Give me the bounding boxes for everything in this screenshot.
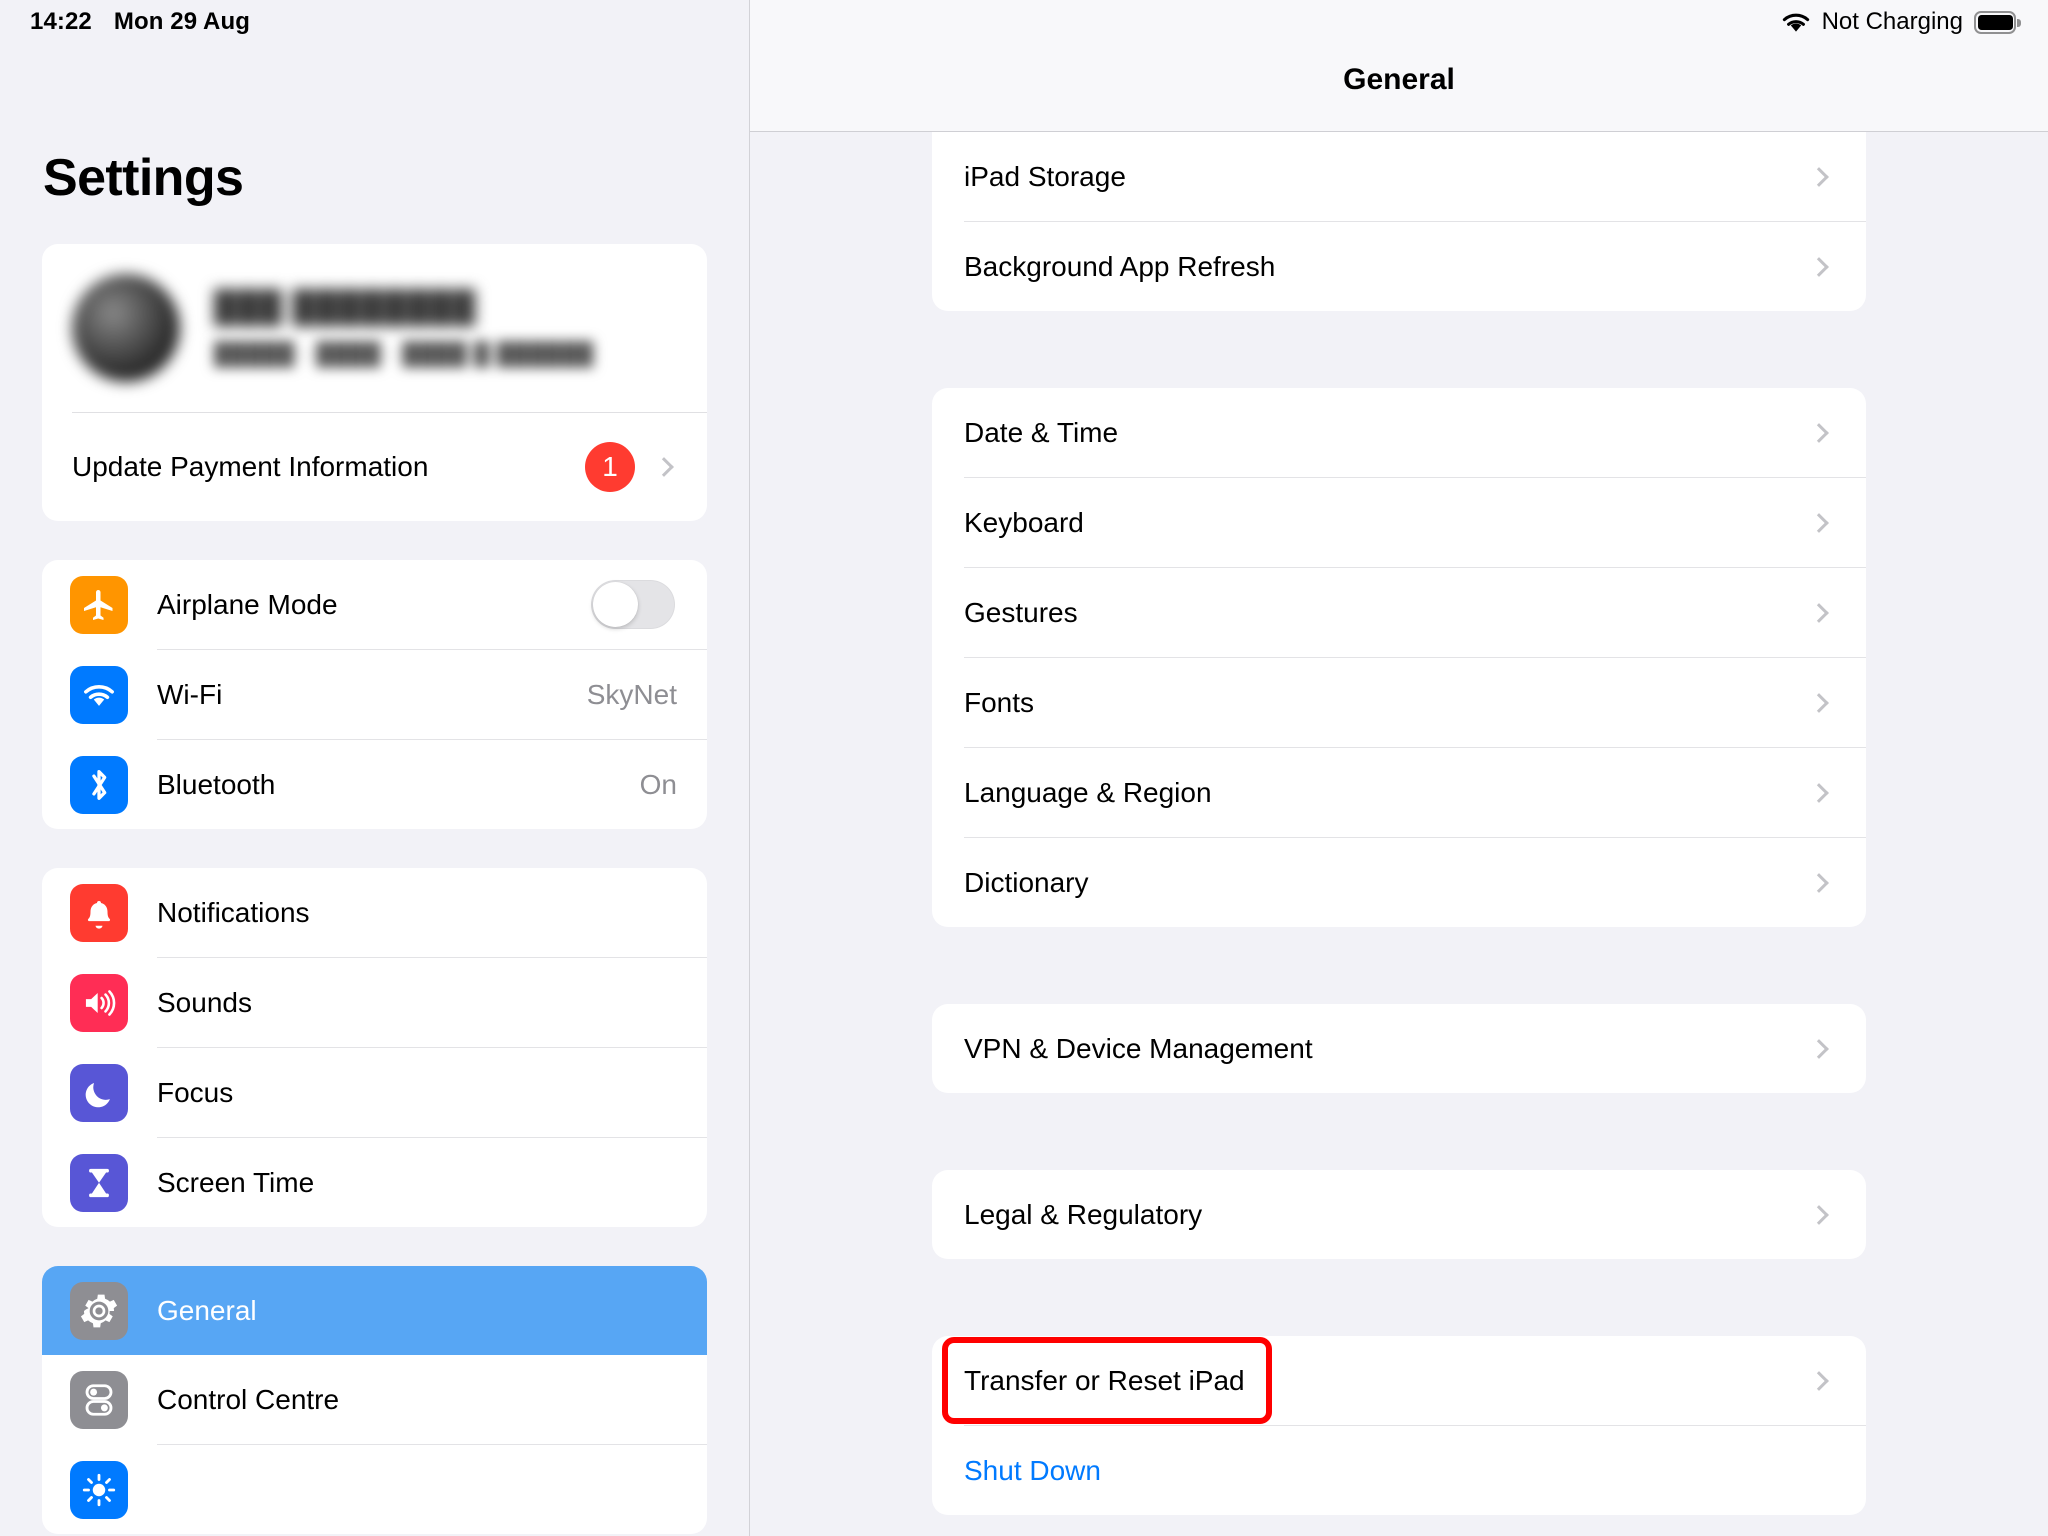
ipad-settings-screen: 14:22 Mon 29 Aug Not Charging Settings █… bbox=[0, 0, 2048, 1536]
update-payment-information-row[interactable]: Update Payment Information 1 bbox=[42, 413, 707, 521]
detail-group-reset: Transfer or Reset iPad Shut Down bbox=[932, 1336, 1866, 1515]
sidebar-item-focus[interactable]: Focus bbox=[42, 1048, 707, 1137]
sidebar-item-label: Airplane Mode bbox=[157, 588, 338, 620]
sidebar-item-label: General bbox=[157, 1294, 257, 1326]
sidebar-item-bluetooth[interactable]: Bluetooth On bbox=[42, 740, 707, 829]
sidebar-item-label: Sounds bbox=[157, 986, 252, 1018]
sidebar-item-display-and-brightness[interactable] bbox=[42, 1445, 707, 1534]
apple-id-card[interactable]: ███ ████████ █████ · ████ · ████ █ █████… bbox=[42, 244, 707, 521]
detail-item-dictionary[interactable]: Dictionary bbox=[932, 838, 1866, 927]
sidebar-group-notifications: Notifications Sounds Focus Screen Time bbox=[42, 868, 707, 1227]
sidebar-item-label: Bluetooth bbox=[157, 768, 276, 800]
detail-item-transfer-or-reset-ipad[interactable]: Transfer or Reset iPad bbox=[932, 1336, 1866, 1425]
chevron-right-icon bbox=[654, 457, 674, 477]
airplane-icon bbox=[70, 575, 128, 634]
detail-item-label: VPN & Device Management bbox=[964, 1032, 1313, 1064]
detail-group-legal: Legal & Regulatory bbox=[932, 1170, 1866, 1259]
general-detail-pane: General iPad Storage Background App Refr… bbox=[750, 0, 2048, 1536]
chevron-right-icon bbox=[1809, 166, 1829, 187]
detail-title: General bbox=[1343, 63, 1455, 96]
detail-item-label: Transfer or Reset iPad bbox=[964, 1364, 1245, 1396]
sidebar-item-label: Screen Time bbox=[157, 1166, 315, 1198]
detail-item-shut-down[interactable]: Shut Down bbox=[932, 1426, 1866, 1515]
moon-icon bbox=[70, 1063, 128, 1122]
sidebar-item-control-centre[interactable]: Control Centre bbox=[42, 1355, 707, 1444]
detail-nav-bar: General bbox=[750, 0, 2048, 132]
wifi-icon bbox=[70, 665, 128, 724]
detail-item-label: Language & Region bbox=[964, 776, 1212, 808]
detail-item-label: Keyboard bbox=[964, 506, 1084, 538]
chevron-right-icon bbox=[1809, 256, 1829, 277]
sidebar-item-airplane-mode[interactable]: Airplane Mode bbox=[42, 560, 707, 649]
detail-item-label: Background App Refresh bbox=[964, 250, 1276, 282]
detail-item-ipad-storage[interactable]: iPad Storage bbox=[932, 132, 1866, 221]
detail-item-label: Dictionary bbox=[964, 866, 1089, 898]
chevron-right-icon bbox=[1809, 1204, 1829, 1225]
chevron-right-icon bbox=[1809, 1370, 1829, 1391]
update-payment-label: Update Payment Information bbox=[72, 451, 429, 482]
detail-item-label: iPad Storage bbox=[964, 160, 1126, 192]
chevron-right-icon bbox=[1809, 872, 1829, 893]
apple-id-subtitle: █████ · ████ · ████ █ ██████ bbox=[214, 341, 594, 366]
chevron-right-icon bbox=[1809, 782, 1829, 803]
bluetooth-state-value: On bbox=[639, 768, 677, 800]
sidebar-item-sounds[interactable]: Sounds bbox=[42, 958, 707, 1047]
sidebar-item-label: Control Centre bbox=[157, 1383, 340, 1415]
sidebar-group-system: General Control Centre bbox=[42, 1266, 707, 1534]
airplane-mode-toggle[interactable] bbox=[591, 580, 675, 629]
detail-item-date-and-time[interactable]: Date & Time bbox=[932, 388, 1866, 477]
detail-item-label: Gestures bbox=[964, 596, 1078, 628]
detail-item-language-and-region[interactable]: Language & Region bbox=[932, 748, 1866, 837]
control-centre-icon bbox=[70, 1370, 128, 1429]
bell-icon bbox=[70, 883, 128, 942]
chevron-right-icon bbox=[1809, 602, 1829, 623]
detail-item-legal-and-regulatory[interactable]: Legal & Regulatory bbox=[932, 1170, 1866, 1259]
detail-item-keyboard[interactable]: Keyboard bbox=[932, 478, 1866, 567]
speaker-icon bbox=[70, 973, 128, 1032]
chevron-right-icon bbox=[1809, 1038, 1829, 1059]
detail-group-storage: iPad Storage Background App Refresh bbox=[932, 132, 1866, 311]
detail-item-background-app-refresh[interactable]: Background App Refresh bbox=[932, 222, 1866, 311]
gear-icon bbox=[70, 1281, 128, 1340]
detail-scroll-area[interactable]: iPad Storage Background App Refresh Date… bbox=[750, 132, 2048, 1515]
status-badge: 1 bbox=[585, 442, 635, 492]
sidebar-item-general[interactable]: General bbox=[42, 1266, 707, 1355]
detail-group-localization: Date & Time Keyboard Gestures Fonts Lang… bbox=[932, 388, 1866, 927]
detail-item-label: Fonts bbox=[964, 686, 1035, 718]
detail-item-label: Legal & Regulatory bbox=[964, 1198, 1203, 1230]
detail-item-label: Date & Time bbox=[964, 416, 1119, 448]
shut-down-label: Shut Down bbox=[964, 1454, 1101, 1486]
chevron-right-icon bbox=[1809, 692, 1829, 713]
wifi-network-value: SkyNet bbox=[586, 678, 677, 710]
detail-item-fonts[interactable]: Fonts bbox=[932, 658, 1866, 747]
apple-id-name: ███ ████████ bbox=[214, 289, 477, 324]
chevron-right-icon bbox=[1809, 512, 1829, 533]
page-title: Settings bbox=[43, 149, 244, 207]
apple-id-identity[interactable]: ███ ████████ █████ · ████ · ████ █ █████… bbox=[42, 244, 707, 412]
detail-group-vpn: VPN & Device Management bbox=[932, 1004, 1866, 1093]
settings-sidebar[interactable]: Settings ███ ████████ █████ · ████ · ███… bbox=[0, 0, 750, 1536]
apple-id-text: ███ ████████ █████ · ████ · ████ █ █████… bbox=[214, 289, 679, 367]
sidebar-item-screen-time[interactable]: Screen Time bbox=[42, 1138, 707, 1227]
detail-item-vpn-and-device-management[interactable]: VPN & Device Management bbox=[932, 1004, 1866, 1093]
chevron-right-icon bbox=[1809, 422, 1829, 443]
sidebar-scroll-area[interactable]: Settings ███ ████████ █████ · ████ · ███… bbox=[0, 148, 749, 1534]
sidebar-group-connectivity: Airplane Mode Wi-Fi SkyNet Bluetooth On bbox=[42, 560, 707, 829]
sidebar-item-label: Notifications bbox=[157, 896, 310, 928]
sidebar-item-label: Wi-Fi bbox=[157, 678, 223, 710]
sidebar-item-label: Focus bbox=[157, 1076, 234, 1108]
sidebar-item-wi-fi[interactable]: Wi-Fi SkyNet bbox=[42, 650, 707, 739]
sidebar-item-notifications[interactable]: Notifications bbox=[42, 868, 707, 957]
hourglass-icon bbox=[70, 1153, 128, 1212]
detail-item-gestures[interactable]: Gestures bbox=[932, 568, 1866, 657]
avatar bbox=[72, 274, 180, 382]
display-brightness-icon bbox=[70, 1460, 128, 1519]
bluetooth-icon bbox=[70, 755, 128, 814]
